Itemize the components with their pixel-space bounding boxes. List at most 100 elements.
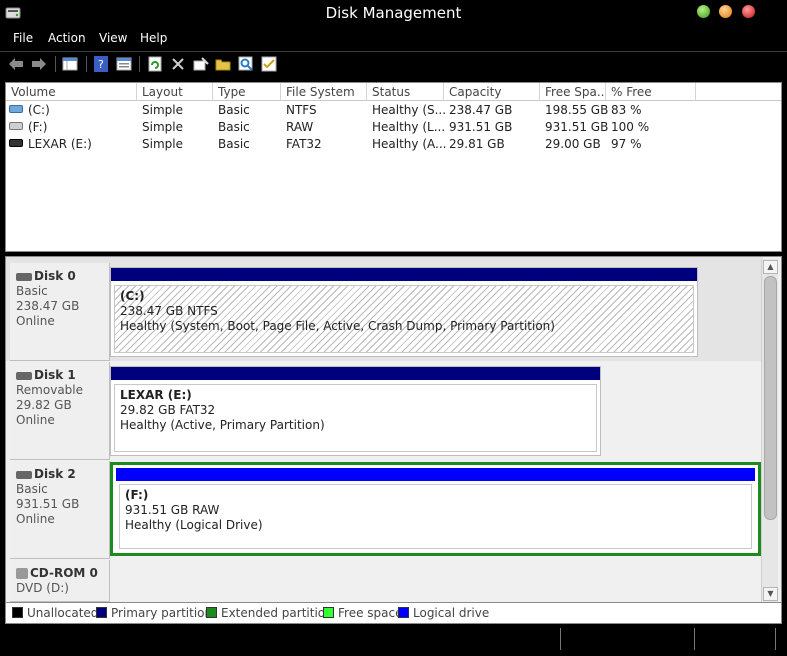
disk-2-label[interactable]: Disk 2 Basic 931.51 GB Online	[10, 461, 110, 559]
column-type[interactable]: Type	[213, 83, 281, 101]
primary-partition-bar	[111, 367, 600, 380]
partition-status: Healthy (Logical Drive)	[125, 518, 263, 532]
console-tree-icon[interactable]	[61, 55, 79, 73]
partition-info: 29.82 GB FAT32	[120, 403, 216, 417]
scroll-down-arrow-icon[interactable]: ▼	[763, 587, 778, 601]
volume-layout: Simple	[142, 103, 183, 117]
partition-info: 238.47 GB NTFS	[120, 304, 218, 318]
disk-name: CD-ROM 0	[30, 566, 98, 580]
primary-partition-bar	[111, 268, 697, 281]
volume-type: Basic	[218, 103, 250, 117]
logical-drive-bar	[116, 468, 755, 481]
menu-bar: File Action View Help	[0, 28, 787, 50]
scrollbar-thumb[interactable]	[764, 276, 777, 520]
toolbar: ?	[0, 51, 787, 75]
removable-disk-icon	[16, 371, 32, 380]
volume-free-space: 931.51 GB	[545, 120, 609, 134]
checklist-icon[interactable]	[260, 55, 278, 73]
svg-text:?: ?	[98, 58, 104, 71]
volume-disk-icon	[9, 105, 23, 113]
volume-layout: Simple	[142, 137, 183, 151]
volume-status: Healthy (S...	[372, 103, 447, 117]
refresh-icon[interactable]	[146, 55, 164, 73]
partition-name: (F:)	[125, 488, 149, 502]
maximize-button[interactable]	[719, 5, 732, 18]
removable-drive-icon	[9, 139, 23, 147]
volume-file-system: FAT32	[286, 137, 322, 151]
partition-status: Healthy (System, Boot, Page File, Active…	[120, 319, 555, 333]
menu-action[interactable]: Action	[48, 31, 86, 45]
disk-name: Disk 0	[34, 269, 76, 283]
disk-name: Disk 1	[34, 368, 76, 382]
disk-map: Disk 0 Basic 238.47 GB Online (C:) 238.4…	[5, 256, 782, 603]
volume-status: Healthy (A...	[372, 137, 447, 151]
column-file-system[interactable]: File System	[281, 83, 367, 101]
disk-map-scrollbar[interactable]: ▲ ▼	[761, 259, 778, 602]
disk-state: Online	[16, 512, 55, 526]
volume-capacity: 29.81 GB	[449, 137, 505, 151]
open-folder-icon[interactable]	[214, 55, 232, 73]
volume-file-system: RAW	[286, 120, 314, 134]
column-volume[interactable]: Volume	[6, 83, 137, 101]
volume-capacity: 238.47 GB	[449, 103, 513, 117]
volume-list-header: Volume Layout Type File System Status Ca…	[6, 83, 781, 101]
partition-c[interactable]: (C:) 238.47 GB NTFS Healthy (System, Boo…	[110, 267, 698, 357]
menu-view[interactable]: View	[99, 31, 127, 45]
table-row[interactable]: (F:) Simple Basic RAW Healthy (L... 931.…	[6, 119, 781, 136]
extended-partition[interactable]: (F:) 931.51 GB RAW Healthy (Logical Driv…	[110, 462, 761, 556]
window-title: Disk Management	[325, 4, 462, 22]
volume-percent-free: 97 %	[611, 137, 642, 151]
volume-type: Basic	[218, 120, 250, 134]
column-layout[interactable]: Layout	[137, 83, 213, 101]
partition-e[interactable]: LEXAR (E:) 29.82 GB FAT32 Healthy (Activ…	[110, 366, 601, 456]
volume-disk-icon	[9, 122, 23, 130]
scroll-up-arrow-icon[interactable]: ▲	[763, 260, 778, 274]
close-button[interactable]	[742, 5, 755, 18]
disk-kind: Basic	[16, 284, 48, 298]
cd-rom-icon	[16, 568, 28, 579]
volume-layout: Simple	[142, 120, 183, 134]
partition-f-body[interactable]: (F:) 931.51 GB RAW Healthy (Logical Driv…	[119, 484, 752, 549]
partition-status: Healthy (Active, Primary Partition)	[120, 418, 325, 432]
disk-0-label[interactable]: Disk 0 Basic 238.47 GB Online	[10, 263, 110, 361]
help-icon[interactable]: ?	[92, 55, 110, 73]
partition-name: (C:)	[120, 289, 145, 303]
partition-c-body: (C:) 238.47 GB NTFS Healthy (System, Boo…	[114, 285, 694, 353]
volume-name: LEXAR (E:)	[28, 137, 92, 151]
column-status[interactable]: Status	[367, 83, 444, 101]
search-icon[interactable]	[237, 55, 255, 73]
column-percent-free[interactable]: % Free	[606, 83, 696, 101]
delete-icon[interactable]	[169, 55, 187, 73]
table-row[interactable]: (C:) Simple Basic NTFS Healthy (S... 238…	[6, 102, 781, 119]
disk-size: 931.51 GB	[16, 497, 80, 511]
disk-1-label[interactable]: Disk 1 Removable 29.82 GB Online	[10, 362, 110, 460]
volume-percent-free: 100 %	[611, 120, 650, 134]
partition-name: LEXAR (E:)	[120, 388, 192, 402]
menu-file[interactable]: File	[13, 31, 33, 45]
column-free-space[interactable]: Free Spa...	[540, 83, 606, 101]
volume-list: Volume Layout Type File System Status Ca…	[5, 82, 782, 252]
legend-unallocated: Unallocated	[12, 606, 98, 620]
forward-arrow-icon[interactable]	[30, 55, 48, 73]
hard-disk-icon	[16, 470, 32, 479]
volume-name: (C:)	[28, 103, 50, 117]
partition-e-body: LEXAR (E:) 29.82 GB FAT32 Healthy (Activ…	[114, 384, 597, 452]
legend-logical-drive: Logical drive	[398, 606, 489, 620]
disk-kind: DVD (D:)	[16, 581, 69, 595]
disk-state: Online	[16, 413, 55, 427]
back-arrow-icon[interactable]	[7, 55, 25, 73]
legend-primary-partition: Primary partition	[96, 606, 212, 620]
table-row[interactable]: LEXAR (E:) Simple Basic FAT32 Healthy (A…	[6, 136, 781, 153]
cdrom-0-label[interactable]: CD-ROM 0 DVD (D:)	[10, 560, 110, 602]
volume-free-space: 198.55 GB	[545, 103, 609, 117]
minimize-button[interactable]	[697, 5, 710, 18]
volume-capacity: 931.51 GB	[449, 120, 513, 134]
title-bar: Disk Management	[0, 0, 787, 28]
volume-status: Healthy (L...	[372, 120, 446, 134]
volume-file-system: NTFS	[286, 103, 317, 117]
wizard-icon[interactable]	[192, 55, 210, 73]
status-bar	[0, 624, 787, 656]
menu-help[interactable]: Help	[140, 31, 167, 45]
column-capacity[interactable]: Capacity	[444, 83, 540, 101]
properties-icon[interactable]	[115, 55, 133, 73]
